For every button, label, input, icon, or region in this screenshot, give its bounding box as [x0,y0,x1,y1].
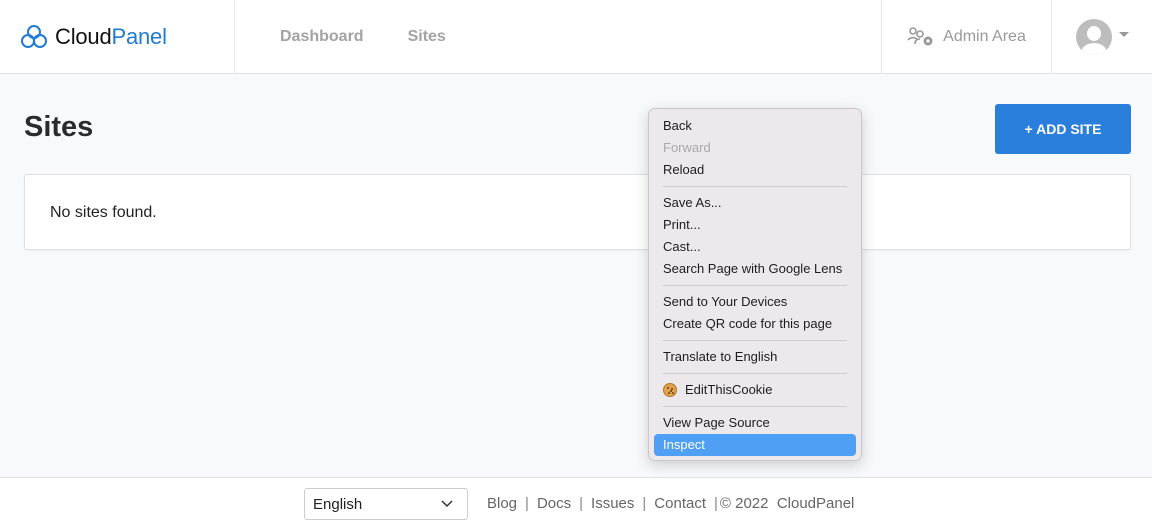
nav-dashboard[interactable]: Dashboard [280,28,364,46]
menu-item-translate-to-english[interactable]: Translate to English [654,346,856,368]
menu-item-search-page-with-google-lens[interactable]: Search Page with Google Lens [654,258,856,280]
menu-separator [663,340,847,341]
add-site-button[interactable]: + ADD SITE [995,104,1131,154]
menu-item-save-as[interactable]: Save As... [654,192,856,214]
cookie-icon [663,383,677,397]
menu-item-print[interactable]: Print... [654,214,856,236]
language-select[interactable]: English [304,488,468,520]
user-menu[interactable] [1053,0,1152,73]
menu-item-view-page-source[interactable]: View Page Source [654,412,856,434]
menu-separator [663,186,847,187]
menu-item-back[interactable]: Back [654,115,856,137]
footer-links: Blog | Docs | Issues | Contact | © 2022 Clou… [487,495,855,512]
brand-logo[interactable]: CloudPanel [0,0,235,73]
footer: English Blog | Docs | Issues | Contact | © 2… [0,477,1152,525]
menu-separator [663,285,847,286]
admin-area-label: Admin Area [943,27,1026,45]
page-title: Sites [24,111,94,143]
admin-area-link[interactable]: Admin Area [881,0,1052,73]
main-nav: Dashboard Sites [280,0,490,73]
menu-item-send-to-your-devices[interactable]: Send to Your Devices [654,291,856,313]
menu-item-forward: Forward [663,140,711,155]
copyright: © 2022 CloudPanel [719,495,855,512]
users-gear-icon [907,26,933,45]
caret-down-icon [1119,32,1129,37]
menu-separator [663,373,847,374]
top-header: CloudPanel Dashboard Sites Admin Area [0,0,1152,74]
menu-item-editthiscookie[interactable]: EditThisCookie [654,379,856,401]
menu-separator [663,406,847,407]
footer-link-blog[interactable]: Blog [487,495,517,512]
chevron-down-icon [441,500,453,508]
sites-list-card: No sites found. [24,174,1131,250]
footer-link-docs[interactable]: Docs [537,495,571,512]
cloud-icon [21,24,47,48]
context-menu: Back Forward Reload Save As... Print... Cast.… [648,108,862,461]
menu-item-reload[interactable]: Reload [654,159,856,181]
footer-link-issues[interactable]: Issues [591,495,634,512]
menu-item-inspect[interactable]: Inspect [654,434,856,456]
nav-sites[interactable]: Sites [408,28,446,46]
brand-name: CloudPanel [55,23,167,49]
footer-link-contact[interactable]: Contact [654,495,706,512]
empty-message: No sites found. [50,204,157,221]
avatar[interactable] [1076,18,1112,55]
menu-item-create-qr-code-for-this-page[interactable]: Create QR code for this page [654,313,856,335]
menu-item-cast[interactable]: Cast... [654,236,856,258]
